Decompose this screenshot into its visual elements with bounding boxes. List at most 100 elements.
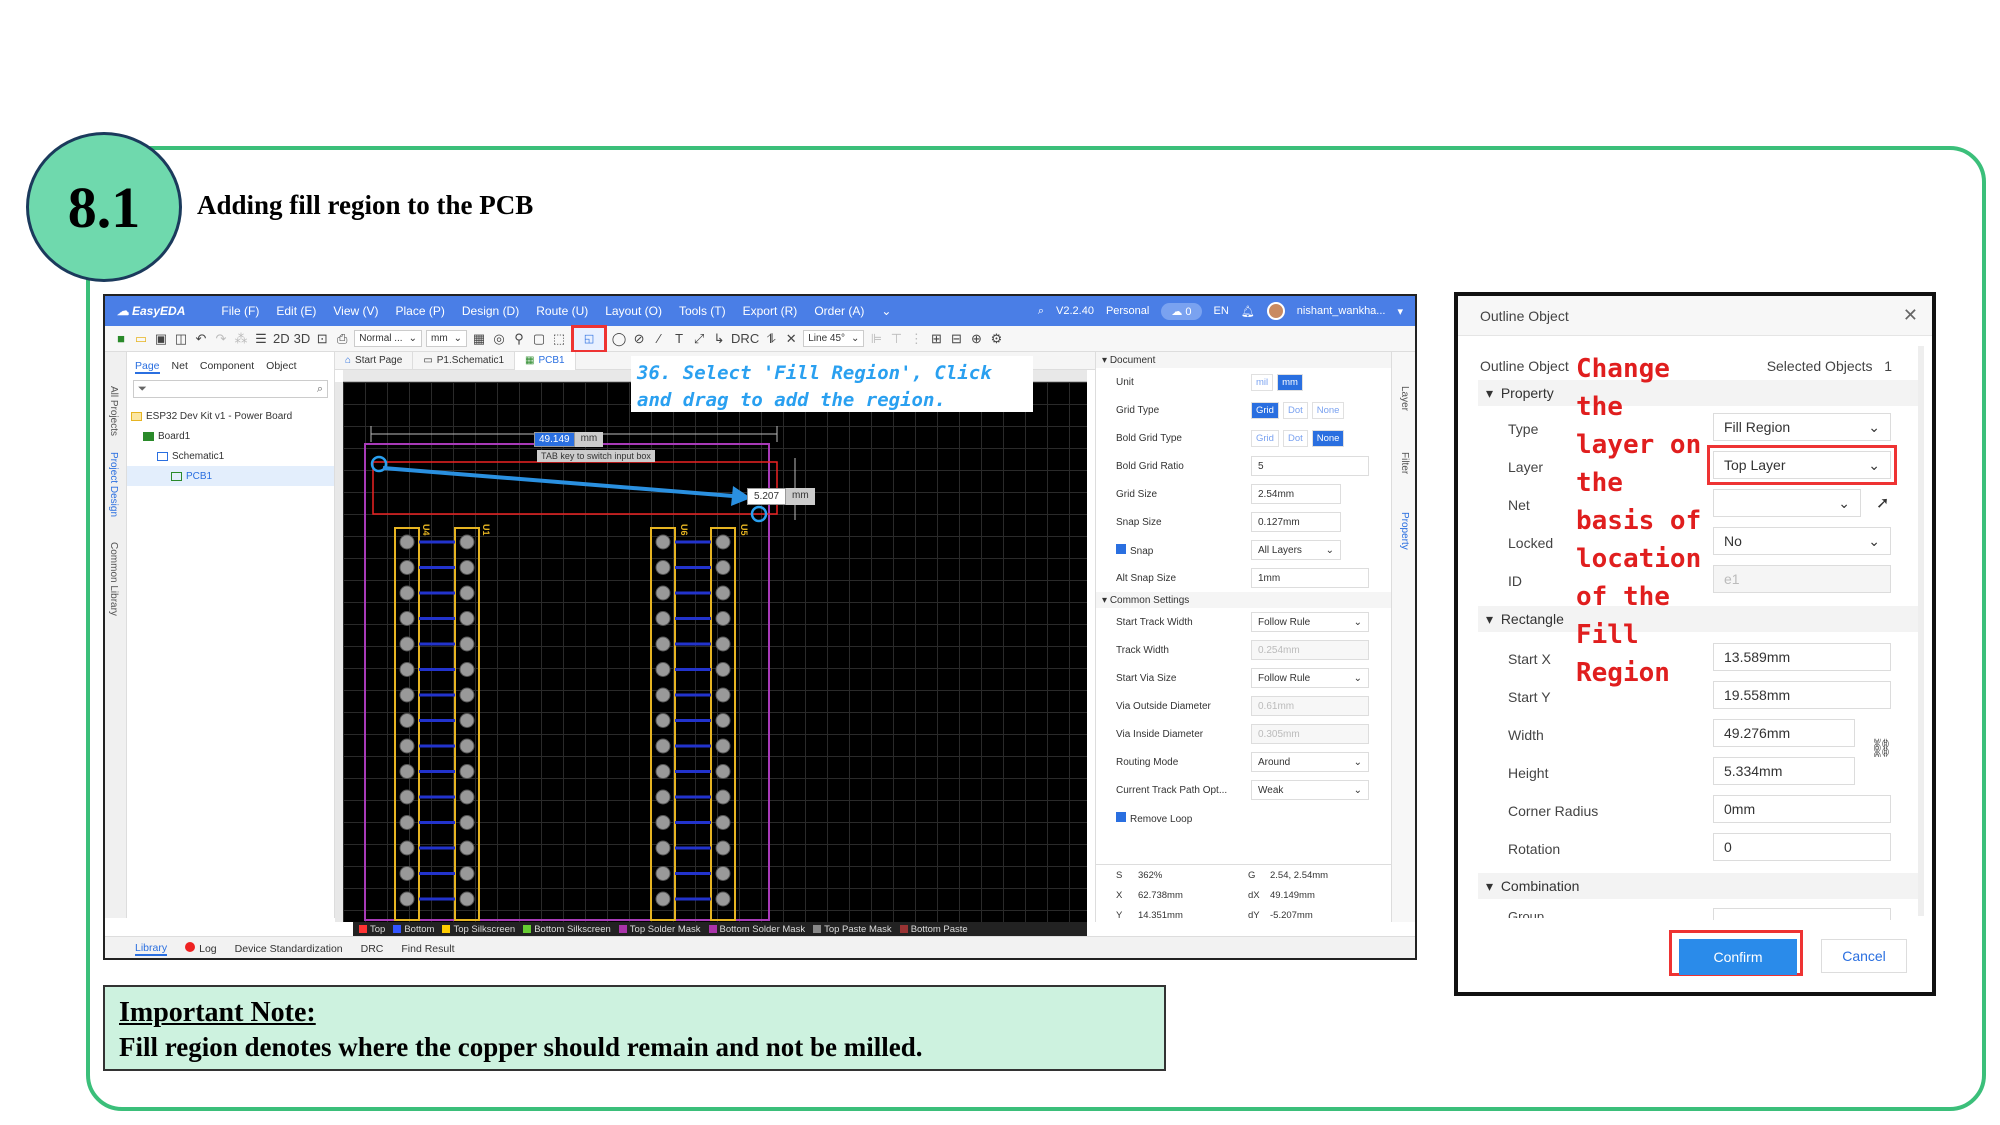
width-input-box[interactable]: 49.149 mm: [534, 432, 604, 447]
pad[interactable]: [655, 891, 671, 907]
unit-mm[interactable]: mm: [1277, 373, 1303, 391]
grid-size-input[interactable]: 2.54mm: [1251, 484, 1341, 504]
differential-pair-icon[interactable]: ⥮: [763, 330, 779, 348]
routing-mode-select[interactable]: Around ⌄: [1251, 752, 1369, 772]
tab-project-design[interactable]: Project Design: [108, 452, 119, 517]
layer-top-solder-mask[interactable]: Top Solder Mask: [618, 924, 701, 935]
menu-more-chevron-icon[interactable]: ⌄: [881, 304, 891, 318]
text-tool-icon[interactable]: T: [671, 330, 687, 348]
pad[interactable]: [459, 713, 475, 728]
snap-checkbox[interactable]: Snap: [1116, 543, 1251, 557]
camera-icon[interactable]: ⊟: [948, 330, 964, 348]
pad[interactable]: [715, 891, 731, 907]
pad[interactable]: [715, 866, 731, 881]
user-menu-chevron-icon[interactable]: ▾: [1397, 305, 1403, 318]
project-search-input[interactable]: ⏷ ⌕: [133, 380, 328, 398]
pin-icon[interactable]: ⚲: [511, 330, 527, 348]
tab-component[interactable]: Component: [200, 360, 254, 374]
bold-grid-none[interactable]: None: [1311, 429, 1345, 447]
pad[interactable]: [459, 585, 475, 601]
width-input[interactable]: 49.276mm: [1713, 719, 1855, 747]
height-input[interactable]: 5.334mm: [1713, 757, 1855, 785]
pad[interactable]: [459, 866, 475, 881]
cloud-status[interactable]: ☁ 0: [1161, 302, 1202, 320]
pad[interactable]: [715, 636, 731, 652]
corner-radius-input[interactable]: 0mm: [1713, 795, 1891, 823]
bold-grid-ratio-input[interactable]: 5: [1251, 456, 1369, 476]
bold-grid-type-toggle[interactable]: Grid Dot None: [1251, 429, 1345, 447]
height-input-box[interactable]: 5.207 mm: [747, 488, 815, 505]
pad[interactable]: [715, 534, 731, 550]
user-name[interactable]: nishant_wankha...: [1297, 305, 1386, 317]
pad[interactable]: [399, 815, 415, 830]
pick-net-cursor-icon[interactable]: ➚: [1876, 493, 1889, 513]
line-mode-select[interactable]: Line 45° ⌄: [803, 330, 865, 347]
layer-select[interactable]: Top Layer ⌄: [1707, 445, 1897, 485]
language-select[interactable]: EN: [1214, 305, 1229, 317]
confirm-button[interactable]: Confirm: [1679, 939, 1797, 975]
menu-order[interactable]: Order (A): [814, 304, 864, 318]
pad[interactable]: [399, 560, 415, 575]
layer-bottom[interactable]: Bottom: [393, 924, 434, 935]
start-y-input[interactable]: 19.558mm: [1713, 681, 1891, 709]
pad[interactable]: [399, 662, 415, 677]
pad[interactable]: [459, 534, 475, 550]
pad[interactable]: [459, 764, 475, 779]
new-project-icon[interactable]: ■: [113, 330, 129, 348]
align-top-icon[interactable]: ⊤: [888, 330, 904, 348]
pad[interactable]: [655, 840, 671, 856]
app-logo[interactable]: ☁ EasyEDA: [117, 304, 185, 318]
grid-type-toggle[interactable]: Grid Dot None: [1251, 401, 1345, 419]
cancel-button[interactable]: Cancel: [1821, 939, 1907, 973]
pad[interactable]: [655, 636, 671, 652]
via-outside-input[interactable]: 0.61mm: [1251, 696, 1369, 716]
tree-item-schematic[interactable]: Schematic1: [127, 446, 334, 466]
track-path-select[interactable]: Weak ⌄: [1251, 780, 1369, 800]
save-icon[interactable]: ▣: [153, 330, 169, 348]
pad[interactable]: [655, 866, 671, 881]
dimension-tool-icon[interactable]: ⤢: [691, 330, 707, 348]
tree-item-board[interactable]: Board1: [127, 426, 334, 446]
pad[interactable]: [715, 560, 731, 575]
tab-start-page[interactable]: ⌂ Start Page: [335, 351, 414, 370]
common-settings-header[interactable]: ▾ Common Settings: [1096, 592, 1391, 608]
via-icon[interactable]: ◎: [491, 330, 507, 348]
pad[interactable]: [399, 866, 415, 881]
layer-bottom-paste[interactable]: Bottom Paste: [899, 924, 968, 935]
tab-library[interactable]: Library: [135, 942, 168, 956]
select-area-icon[interactable]: ⬚: [551, 330, 567, 348]
grid-icon[interactable]: ▦: [471, 330, 487, 348]
grid-type-dot[interactable]: Dot: [1282, 401, 1308, 419]
grid-type-grid[interactable]: Grid: [1251, 401, 1279, 419]
shopping-cart-icon[interactable]: ⊕: [968, 330, 984, 348]
rotation-input[interactable]: 0: [1713, 833, 1891, 861]
layer-top-silkscreen[interactable]: Top Silkscreen: [442, 924, 515, 935]
pad[interactable]: [459, 560, 475, 575]
tab-schematic[interactable]: ▭ P1.Schematic1: [413, 351, 516, 370]
pad[interactable]: [655, 585, 671, 601]
zoom-fit-icon[interactable]: ⊡: [314, 330, 330, 348]
tab-log[interactable]: Log: [185, 942, 217, 955]
menu-file[interactable]: File (F): [221, 304, 259, 318]
tab-find-result[interactable]: Find Result: [401, 943, 454, 955]
document-section-header[interactable]: ▾ Document: [1096, 352, 1391, 368]
search-icon[interactable]: ⌕: [317, 383, 323, 396]
pad[interactable]: [715, 662, 731, 677]
tab-object[interactable]: Object: [266, 360, 296, 374]
menu-route[interactable]: Route (U): [536, 304, 588, 318]
menu-edit[interactable]: Edit (E): [276, 304, 316, 318]
tab-layer[interactable]: Layer: [1399, 386, 1410, 411]
no-entry-icon[interactable]: ⊘: [631, 330, 647, 348]
group-select[interactable]: [1713, 908, 1891, 920]
gear-icon[interactable]: ⚙: [988, 330, 1004, 348]
width-input[interactable]: 49.149: [534, 432, 575, 447]
pad[interactable]: [655, 789, 671, 805]
pad[interactable]: [715, 687, 731, 703]
pad[interactable]: [459, 636, 475, 652]
tab-drc[interactable]: DRC: [361, 943, 384, 955]
tab-filter[interactable]: Filter: [1399, 452, 1410, 474]
pad[interactable]: [459, 815, 475, 830]
search-icon[interactable]: ⌕: [1038, 305, 1044, 318]
pad[interactable]: [655, 687, 671, 703]
pad[interactable]: [715, 815, 731, 830]
